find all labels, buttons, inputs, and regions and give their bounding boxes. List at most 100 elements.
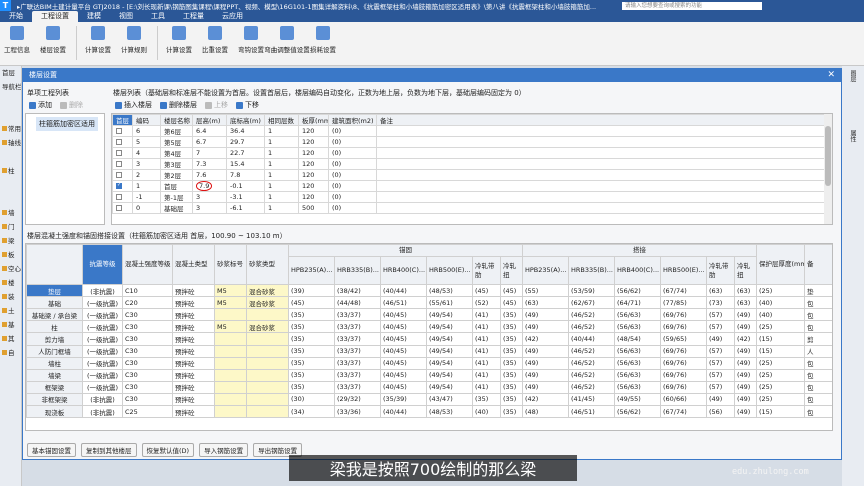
cell[interactable]: (非抗震) xyxy=(82,392,123,407)
cell[interactable]: 预拌砼 xyxy=(172,284,215,298)
cell[interactable]: (56/63) xyxy=(614,380,661,394)
cell-slab[interactable]: 120 xyxy=(298,169,329,181)
cell[interactable]: (35) xyxy=(500,308,523,322)
cell[interactable]: (46/52) xyxy=(568,380,615,394)
cell-base[interactable]: -6.1 xyxy=(226,202,265,214)
cell[interactable]: (35/39) xyxy=(380,392,427,407)
cell[interactable]: (69/76) xyxy=(660,344,707,358)
cell[interactable]: (49) xyxy=(706,392,735,407)
cell[interactable]: 预拌砼 xyxy=(172,368,215,382)
cell[interactable]: (25) xyxy=(756,392,805,407)
cell-same[interactable]: 1 xyxy=(264,169,299,181)
cell[interactable]: (40/45) xyxy=(380,308,427,322)
cell[interactable]: (35) xyxy=(288,380,335,394)
cell[interactable] xyxy=(214,368,247,382)
cell[interactable]: (34) xyxy=(288,405,335,419)
cell[interactable]: (35) xyxy=(288,320,335,334)
nav-item[interactable]: 基 xyxy=(0,318,21,332)
cell[interactable]: (45) xyxy=(472,284,501,298)
cell-slab[interactable]: 120 xyxy=(298,158,329,170)
cell[interactable] xyxy=(246,344,289,358)
cell[interactable] xyxy=(214,332,247,346)
cell-area[interactable]: (0) xyxy=(328,202,377,214)
cell[interactable]: (56/63) xyxy=(614,368,661,382)
checkbox[interactable] xyxy=(116,161,122,167)
cell[interactable]: (41) xyxy=(472,368,501,382)
table-row[interactable]: 现浇板 (非抗震) C25 预拌砼 (34) (33/36) (40/44) (48/53)(… xyxy=(26,405,832,419)
table-row[interactable]: 框架梁 (一级抗震) C30 预拌砼 (35) (33/37) (40/45) (49/54)… xyxy=(26,380,832,394)
cell[interactable]: (39) xyxy=(288,284,335,298)
cell[interactable]: (33/37) xyxy=(334,356,381,370)
bottom-button-1[interactable]: 复制到其他楼层 xyxy=(81,443,137,457)
checkbox[interactable] xyxy=(116,172,122,178)
side-tab[interactable] xyxy=(842,96,854,126)
cell[interactable]: (63) xyxy=(522,296,569,310)
table-row[interactable]: 基础 (一级抗震) C20 预拌砼 M5 混合砂浆 (45) (44/48) (46/51) (5… xyxy=(26,296,832,310)
cell[interactable]: (41) xyxy=(472,344,501,358)
cell[interactable]: (40/44) xyxy=(380,284,427,298)
first-floor-checkbox-cell[interactable] xyxy=(112,191,133,203)
cell[interactable]: (49/54) xyxy=(426,332,473,346)
cell-base[interactable]: 29.7 xyxy=(226,136,265,148)
cell[interactable]: (15) xyxy=(756,405,805,419)
cell-slab[interactable]: 120 xyxy=(298,147,329,159)
cell[interactable]: (35) xyxy=(288,368,335,382)
cell[interactable]: (35) xyxy=(472,392,501,407)
checkbox[interactable] xyxy=(116,150,122,156)
cell[interactable]: (49/54) xyxy=(426,356,473,370)
bottom-button-0[interactable]: 基本锚固设置 xyxy=(27,443,76,457)
cell[interactable]: (77/85) xyxy=(660,296,707,310)
checkbox[interactable] xyxy=(116,139,122,145)
menu-item[interactable]: 工程量 xyxy=(174,11,213,22)
checkbox[interactable] xyxy=(116,205,122,211)
search-input[interactable]: 请输入您想要查询或搜索的功能 xyxy=(622,2,762,10)
cell[interactable]: (46/52) xyxy=(568,356,615,370)
cell[interactable]: (一级抗震) xyxy=(82,296,123,310)
table-row[interactable]: 3 第3层 7.3 15.4 1 120 (0) xyxy=(112,158,827,170)
ribbon-button-8[interactable]: 损耗设置 xyxy=(306,22,340,65)
cell[interactable]: M5 xyxy=(214,320,247,334)
cell[interactable]: (30) xyxy=(288,392,335,407)
cell-code[interactable]: 4 xyxy=(132,147,161,159)
cell-base[interactable]: -3.1 xyxy=(226,191,265,203)
cell[interactable]: C10 xyxy=(122,284,173,298)
cell[interactable]: (一级抗震) xyxy=(82,332,123,346)
cell[interactable]: (49/54) xyxy=(426,380,473,394)
cell[interactable]: (49/54) xyxy=(426,344,473,358)
cell[interactable]: (一级抗震) xyxy=(82,368,123,382)
nav-item[interactable]: 梁 xyxy=(0,234,21,248)
cell-slab[interactable]: 500 xyxy=(298,202,329,214)
cell[interactable]: (56/63) xyxy=(614,344,661,358)
cell-area[interactable]: (0) xyxy=(328,158,377,170)
cell-note[interactable] xyxy=(376,169,827,181)
nav-item[interactable]: 板 xyxy=(0,248,21,262)
cell[interactable]: 混合砂浆 xyxy=(246,296,289,310)
cell[interactable]: (56/63) xyxy=(614,320,661,334)
nav-item[interactable]: 装 xyxy=(0,290,21,304)
cell[interactable]: (49) xyxy=(706,332,735,346)
cell[interactable]: (46/51) xyxy=(568,405,615,419)
cell[interactable]: 包 xyxy=(804,380,832,394)
cell-code[interactable]: 1 xyxy=(132,180,161,192)
cell-area[interactable]: (0) xyxy=(328,169,377,181)
nav-item[interactable]: 楼 xyxy=(0,276,21,290)
table-row[interactable]: 墙梁 (一级抗震) C30 预拌砼 (35) (33/37) (40/45) (49/54)(… xyxy=(26,368,832,382)
cell[interactable]: (非抗震) xyxy=(82,405,123,419)
cell-note[interactable] xyxy=(376,125,827,137)
cell[interactable]: (33/37) xyxy=(334,308,381,322)
nav-item[interactable]: 导航栏 xyxy=(0,80,21,94)
cell[interactable]: 包 xyxy=(804,368,832,382)
cell[interactable]: (40/45) xyxy=(380,368,427,382)
cell[interactable]: C30 xyxy=(122,368,173,382)
cell[interactable]: C30 xyxy=(122,332,173,346)
insert-floor-button[interactable]: 插入楼层 xyxy=(115,100,152,110)
cell-base[interactable]: 22.7 xyxy=(226,147,265,159)
ribbon-button-3[interactable]: 计算规则 xyxy=(117,22,151,65)
cell[interactable]: (60/66) xyxy=(660,392,707,407)
cell-area[interactable]: (0) xyxy=(328,180,377,192)
cell[interactable]: (55) xyxy=(522,284,569,298)
cell[interactable]: (48/53) xyxy=(426,284,473,298)
cell[interactable]: (49) xyxy=(734,405,757,419)
cell[interactable] xyxy=(214,356,247,370)
cell[interactable]: (53/59) xyxy=(568,284,615,298)
